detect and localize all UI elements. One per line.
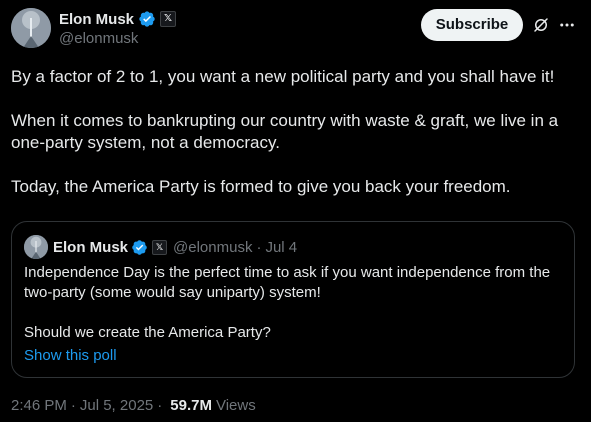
views-label: Views — [215, 397, 256, 414]
author-avatar[interactable] — [11, 8, 51, 48]
quoted-header: Elon Musk 𝕏 @elonmusk · Jul 4 — [53, 237, 297, 257]
tweet-meta: 2:46 PM · Jul 5, 2025 · 59.7M Views — [11, 397, 256, 414]
tweet-date[interactable]: Jul 5, 2025 — [80, 397, 153, 414]
quoted-paragraph: Independence Day is the perfect time to … — [24, 264, 551, 301]
x-affiliate-badge: 𝕏 — [152, 239, 168, 255]
verified-badge-icon — [138, 10, 156, 28]
views-count[interactable]: 59.7M — [170, 397, 212, 414]
author-name[interactable]: Elon Musk — [59, 11, 134, 28]
author-name-row: Elon Musk 𝕏 — [59, 9, 177, 29]
x-affiliate-badge: 𝕏 — [160, 11, 177, 27]
quoted-author-name: Elon Musk — [53, 238, 129, 256]
quoted-date: Jul 4 — [265, 238, 298, 256]
tweet: Elon Musk 𝕏 @elonmusk Subscribe By a fac… — [0, 0, 591, 422]
author-handle[interactable]: @elonmusk — [59, 30, 138, 47]
quoted-tweet[interactable]: Elon Musk 𝕏 @elonmusk · Jul 4 Independen… — [11, 221, 575, 378]
quoted-author-avatar — [24, 235, 48, 259]
quoted-paragraph: Should we create the America Party? — [24, 324, 271, 341]
tweet-text: By a factor of 2 to 1, you want a new po… — [11, 66, 581, 220]
quoted-author-handle: @elonmusk — [173, 238, 253, 256]
quoted-text: Independence Day is the perfect time to … — [24, 263, 564, 343]
tweet-paragraph: When it comes to bankrupting our country… — [11, 111, 559, 152]
verified-badge-icon — [131, 239, 148, 256]
tweet-paragraph: Today, the America Party is formed to gi… — [11, 177, 511, 196]
separator-dot: · — [157, 397, 163, 414]
grok-icon[interactable] — [532, 16, 550, 34]
tweet-paragraph: By a factor of 2 to 1, you want a new po… — [11, 67, 555, 86]
separator-dot: · — [256, 238, 262, 256]
subscribe-button[interactable]: Subscribe — [421, 9, 523, 41]
tweet-time[interactable]: 2:46 PM — [11, 397, 67, 414]
separator-dot: · — [70, 397, 76, 414]
show-poll-link[interactable]: Show this poll — [24, 347, 117, 364]
more-icon[interactable] — [558, 16, 576, 34]
